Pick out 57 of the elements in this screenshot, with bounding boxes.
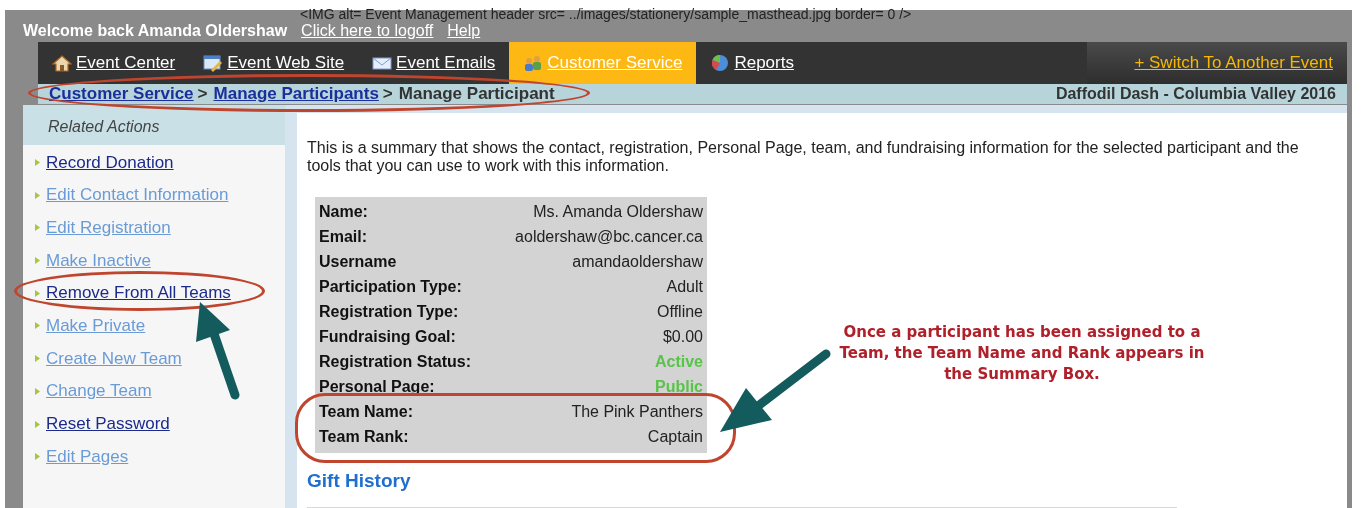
bullet-icon [35, 191, 40, 199]
nav-tab[interactable]: Event Emails [358, 42, 510, 84]
pie-chart-icon [710, 54, 731, 72]
summary-label: Participation Type: [319, 277, 462, 297]
summary-label: Team Rank: [319, 427, 409, 447]
source-code-text: <IMG alt= Event Management header src= ../images/stationery/sample_masthead.jpg border= 0 /> [300, 6, 912, 22]
breadcrumb-link[interactable]: Manage Participants [213, 84, 379, 104]
header-link[interactable]: Help [447, 22, 481, 40]
page-pencil-icon [203, 54, 224, 72]
event-name: Daffodil Dash - Columbia Valley 2016 [1055, 84, 1336, 104]
summary-value: Public [655, 377, 703, 397]
summary-label: Team Name: [319, 402, 413, 422]
summary-value: amandaoldershaw [572, 252, 703, 272]
breadcrumb-separator: > [197, 84, 208, 104]
nav-tab[interactable]: Event Center [38, 42, 190, 84]
sidebar-link[interactable]: Reset Password [46, 414, 170, 434]
bullet-icon [35, 355, 40, 363]
switch-event-link[interactable]: + Switch To Another Event [1134, 50, 1333, 76]
summary-label: Personal Page: [319, 377, 435, 397]
summary-value: aoldershaw@bc.cancer.ca [515, 227, 703, 247]
header-link[interactable]: Click here to logoff [301, 22, 434, 40]
bullet-icon [35, 224, 40, 232]
sidebar-title: Related Actions [48, 116, 160, 137]
envelope-icon [372, 54, 393, 72]
bullet-icon [35, 387, 40, 395]
breadcrumb-separator: > [382, 84, 393, 104]
callout-text: Once a participant has been assigned to a Team, the Team Name and Rank appears in the Summary Box. [838, 322, 1206, 385]
sidebar-link[interactable]: Record Donation [46, 152, 174, 173]
summary-label: Fundraising Goal: [319, 327, 456, 347]
intro-text: This is a summary that shows the contact, registration, Personal Page, team, and fundraising information for the selected participant and the tools that you can use to work with this information. [307, 138, 1300, 175]
summary-label: Email: [319, 227, 367, 247]
nav-tab[interactable]: Event Web Site [189, 42, 359, 84]
section-heading: Gift History [307, 468, 412, 493]
summary-value: $0.00 [662, 327, 703, 347]
welcome-text: Welcome back Amanda Oldershaw [23, 22, 288, 40]
summary-value: Offline [657, 302, 703, 322]
house-icon [52, 54, 72, 72]
people-icon [523, 54, 544, 72]
bullet-icon [35, 159, 40, 166]
bullet-icon [35, 322, 40, 330]
bullet-icon [35, 420, 40, 428]
summary-value: Active [654, 352, 703, 372]
summary-value: Captain [647, 427, 703, 447]
bullet-icon [35, 257, 40, 265]
breadcrumb-current: Manage Participant [398, 84, 555, 104]
summary-value: Adult [666, 277, 703, 297]
summary-value: The Pink Panthers [571, 402, 703, 422]
nav-tab[interactable]: Reports [696, 42, 808, 84]
summary-label: Username [319, 252, 397, 272]
summary-value: Ms. Amanda Oldershaw [533, 202, 703, 222]
summary-label: Registration Type: [319, 302, 459, 322]
bullet-icon [35, 453, 40, 461]
summary-label: Name: [319, 202, 368, 222]
breadcrumb-link[interactable]: Customer Service [49, 84, 194, 104]
summary-label: Registration Status: [319, 352, 471, 372]
sidebar-link[interactable]: Remove From All Teams [46, 283, 231, 304]
bullet-icon [35, 289, 40, 297]
